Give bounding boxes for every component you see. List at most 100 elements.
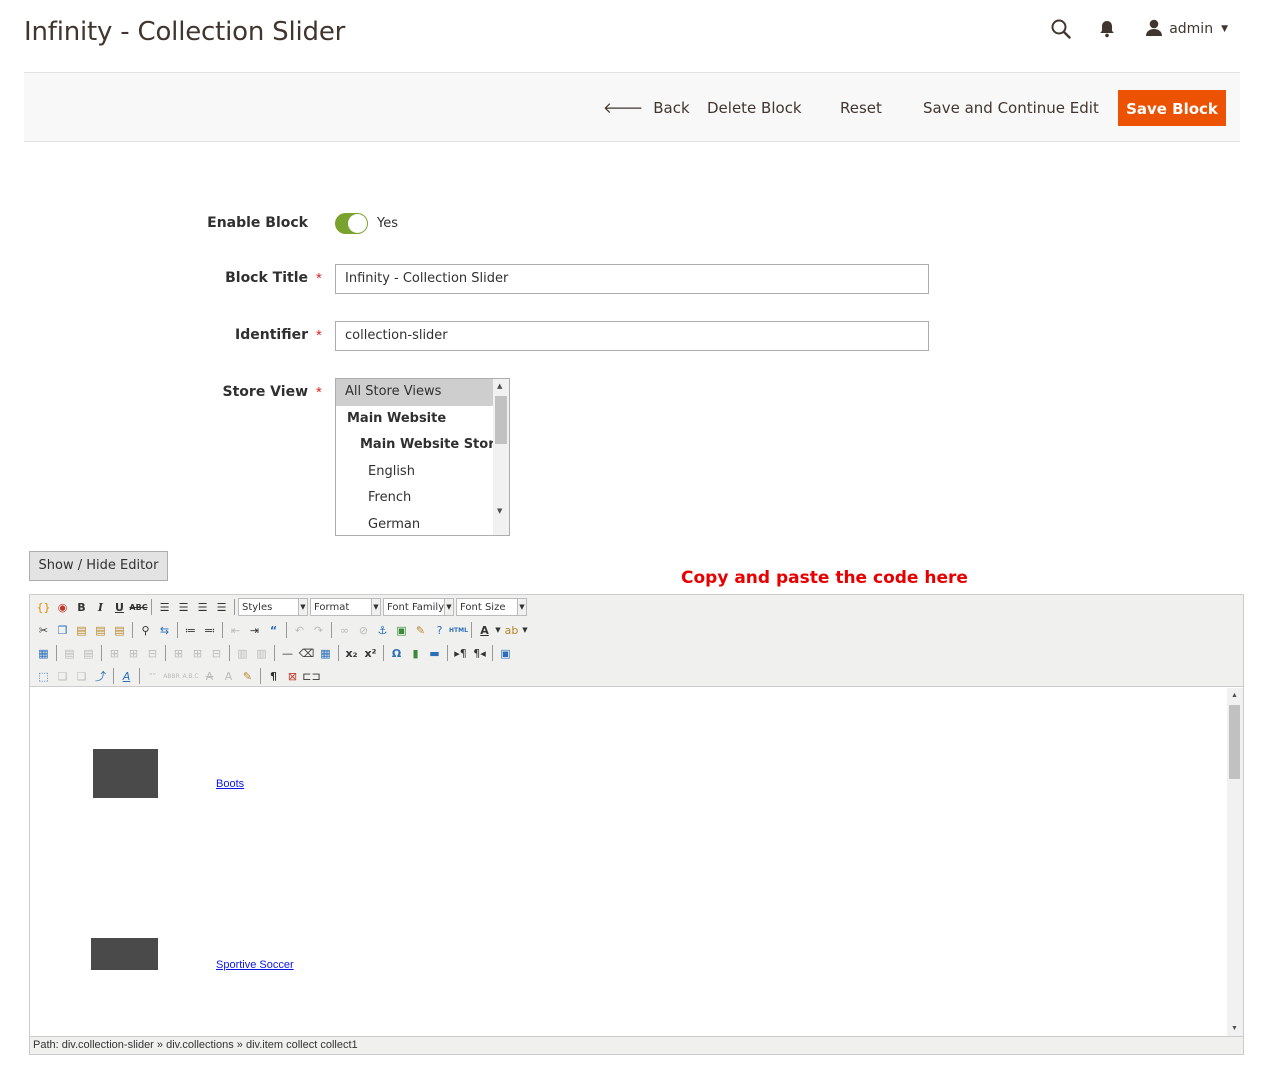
cut-icon[interactable]: ✂ <box>34 621 53 640</box>
admin-menu-button[interactable]: admin ▼ <box>1145 19 1228 40</box>
unlink-icon[interactable]: ⊘ <box>354 621 373 640</box>
replace-icon[interactable]: ⇆ <box>155 621 174 640</box>
paste-text-icon[interactable]: ▤ <box>91 621 110 640</box>
insert-row-after-icon[interactable]: ⊞ <box>124 644 143 663</box>
scrollbar-thumb[interactable] <box>1229 705 1240 779</box>
hr-advanced-icon[interactable]: ▬ <box>425 644 444 663</box>
show-blocks-icon[interactable]: ¶ <box>264 667 283 686</box>
remove-format-icon[interactable]: ⌫ <box>297 644 316 663</box>
scroll-down-icon[interactable]: ▼ <box>497 507 502 515</box>
text-color-icon[interactable]: A <box>475 621 494 640</box>
store-view-option[interactable]: All Store Views <box>336 379 493 406</box>
save-and-continue-button[interactable]: Save and Continue Edit <box>923 90 1099 126</box>
help-icon[interactable]: ? <box>430 621 449 640</box>
ins-icon[interactable]: A <box>219 667 238 686</box>
store-view-option[interactable]: German <box>336 512 509 536</box>
html-source-icon[interactable]: HTML <box>449 621 468 640</box>
bell-icon[interactable] <box>1095 17 1119 41</box>
background-color-icon[interactable]: ab <box>502 621 521 640</box>
insert-col-after-icon[interactable]: ⊞ <box>188 644 207 663</box>
store-view-option[interactable]: French <box>336 485 509 512</box>
editor-scrollbar[interactable]: ▲ ▼ <box>1227 688 1243 1036</box>
collection-link[interactable]: Boots <box>216 778 244 790</box>
scroll-up-icon[interactable]: ▲ <box>497 382 502 390</box>
scroll-up-icon[interactable]: ▲ <box>1231 692 1238 699</box>
cleanup-icon[interactable]: ✎ <box>411 621 430 640</box>
scroll-down-icon[interactable]: ▼ <box>1231 1025 1238 1032</box>
row-props-icon[interactable]: ▤ <box>60 644 79 663</box>
insert-col-before-icon[interactable]: ⊞ <box>169 644 188 663</box>
visual-aid-icon[interactable]: ▦ <box>316 644 335 663</box>
bullet-list-icon[interactable]: ≔ <box>181 621 200 640</box>
special-char-icon[interactable]: Ω <box>387 644 406 663</box>
identifier-input[interactable]: collection-slider <box>335 321 929 351</box>
chevron-down-icon[interactable]: ▼ <box>521 621 529 640</box>
ltr-icon[interactable]: ▸¶ <box>451 644 470 663</box>
reset-button[interactable]: Reset <box>840 90 882 126</box>
align-right-icon[interactable]: ☰ <box>193 598 212 617</box>
store-view-option[interactable]: Main Website <box>336 406 509 433</box>
bold-icon[interactable]: B <box>72 598 91 617</box>
chevron-down-icon[interactable]: ▼ <box>494 621 502 640</box>
font-family-select[interactable]: Font Family ▼ <box>383 598 454 616</box>
underline-icon[interactable]: U <box>110 598 129 617</box>
outdent-icon[interactable]: ⇤ <box>226 621 245 640</box>
copy-icon[interactable]: ❐ <box>53 621 72 640</box>
widget-icon[interactable]: {} <box>34 598 53 617</box>
insert-layer-icon[interactable]: ⬚ <box>34 667 53 686</box>
italic-icon[interactable]: I <box>91 598 110 617</box>
delete-col-icon[interactable]: ⊟ <box>207 644 226 663</box>
editor-content[interactable]: Boots Sportive Soccer ▲ ▼ <box>30 688 1243 1036</box>
absolute-icon[interactable]: ⤴ <box>91 667 110 686</box>
redo-icon[interactable]: ↷ <box>309 621 328 640</box>
store-view-scrollbar[interactable]: ▲ ▼ <box>493 379 509 535</box>
cell-props-icon[interactable]: ▤ <box>79 644 98 663</box>
move-forward-icon[interactable]: ❏ <box>53 667 72 686</box>
strikethrough-icon[interactable]: ABC <box>129 598 148 617</box>
subscript-icon[interactable]: x₂ <box>342 644 361 663</box>
link-icon[interactable]: ∞ <box>335 621 354 640</box>
search-icon[interactable] <box>1049 17 1073 41</box>
find-icon[interactable]: ⚲ <box>136 621 155 640</box>
indent-icon[interactable]: ⇥ <box>245 621 264 640</box>
store-view-multiselect[interactable]: All Store Views Main Website Main Websit… <box>335 378 510 536</box>
enable-block-toggle[interactable] <box>335 213 368 234</box>
image-icon[interactable]: ▣ <box>392 621 411 640</box>
back-button[interactable]: 🡐 Back <box>603 90 690 126</box>
horizontal-rule-icon[interactable]: — <box>278 644 297 663</box>
align-left-icon[interactable]: ☰ <box>155 598 174 617</box>
styles-select[interactable]: Styles ▼ <box>238 598 308 616</box>
move-backward-icon[interactable]: ❏ <box>72 667 91 686</box>
anchor-icon[interactable]: ⚓ <box>373 621 392 640</box>
align-justify-icon[interactable]: ☰ <box>212 598 231 617</box>
abbr-icon[interactable]: ABBR <box>162 667 181 686</box>
delete-row-icon[interactable]: ⊟ <box>143 644 162 663</box>
paste-word-icon[interactable]: ▤ <box>110 621 129 640</box>
undo-icon[interactable]: ↶ <box>290 621 309 640</box>
table-props-icon[interactable]: ▦ <box>34 644 53 663</box>
cite-icon[interactable]: “” <box>143 667 162 686</box>
align-center-icon[interactable]: ☰ <box>174 598 193 617</box>
delete-block-button[interactable]: Delete Block <box>707 90 802 126</box>
template-icon[interactable]: ⊠ <box>283 667 302 686</box>
insert-row-before-icon[interactable]: ⊞ <box>105 644 124 663</box>
merge-cells-icon[interactable]: ▥ <box>252 644 271 663</box>
block-title-input[interactable]: Infinity - Collection Slider <box>335 264 929 294</box>
scrollbar-thumb[interactable] <box>495 396 507 444</box>
image-insert-icon[interactable]: ◉ <box>53 598 72 617</box>
numbered-list-icon[interactable]: ≕ <box>200 621 219 640</box>
rtl-icon[interactable]: ¶◂ <box>470 644 489 663</box>
collection-link[interactable]: Sportive Soccer <box>216 959 294 971</box>
format-select[interactable]: Format ▼ <box>310 598 381 616</box>
blockquote-icon[interactable]: “ <box>264 621 283 640</box>
save-block-button[interactable]: Save Block <box>1118 90 1226 126</box>
store-view-option[interactable]: English <box>336 459 509 486</box>
show-hide-editor-button[interactable]: Show / Hide Editor <box>29 551 168 581</box>
store-view-option[interactable]: Main Website Store <box>336 432 509 459</box>
acronym-icon[interactable]: A.B.C <box>181 667 200 686</box>
fullscreen-icon[interactable]: ▣ <box>496 644 515 663</box>
superscript-icon[interactable]: x² <box>361 644 380 663</box>
attributes-icon[interactable]: ✎ <box>238 667 257 686</box>
media-icon[interactable]: ▮ <box>406 644 425 663</box>
style-props-icon[interactable]: A <box>117 667 136 686</box>
